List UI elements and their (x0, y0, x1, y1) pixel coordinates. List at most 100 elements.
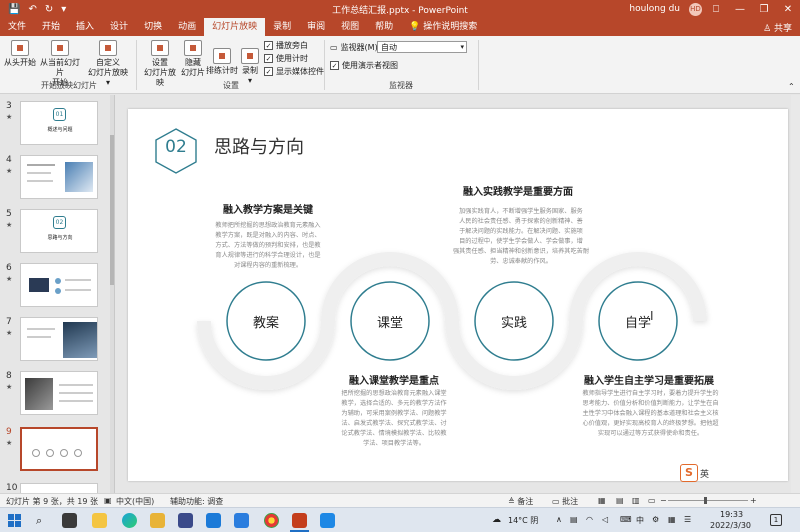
thumbnail-slide-9[interactable] (20, 427, 98, 471)
tray-icon[interactable]: ☰ (684, 515, 691, 524)
powerpoint-icon[interactable] (292, 513, 307, 528)
quick-access-toolbar: 💾 ↶ ↻ ▾ (0, 4, 66, 15)
animation-star-icon: ★ (6, 167, 13, 175)
weather-icon[interactable]: ☁ (492, 515, 501, 525)
app-icon[interactable] (234, 513, 249, 528)
tab-design[interactable]: 设计 (102, 18, 136, 36)
taskbar: ⌕ ☁ 14°C 阴 ∧ ▤ ◠ ◁ ⌨ 中 ⚙ ▦ ☰ 19:33 2022/… (0, 507, 800, 532)
undo-icon[interactable]: ↶ (28, 4, 36, 15)
monitor-select[interactable]: 自动 ▾ (377, 41, 467, 53)
zoom-slider[interactable] (668, 500, 748, 501)
tab-record[interactable]: 录制 (265, 18, 299, 36)
clock-date[interactable]: 2022/3/30 (710, 521, 751, 530)
thumbnail-slide-10[interactable] (20, 483, 98, 493)
tell-me-search[interactable]: 💡 操作说明搜索 (401, 18, 485, 36)
chrome-icon[interactable] (264, 513, 279, 528)
monitor-icon: ▭ (330, 43, 338, 52)
mail-icon[interactable] (206, 513, 221, 528)
ribbon-display-icon[interactable]: ⎕ (704, 4, 728, 15)
thumbnail-slide-3[interactable]: 01 概述与问题 (20, 101, 98, 145)
scrollbar-thumb[interactable] (110, 135, 114, 285)
language-indicator[interactable]: 中文(中国) (116, 496, 154, 507)
use-timings-checkbox[interactable]: ✓ 使用计时 (264, 53, 308, 64)
collapse-ribbon-icon[interactable]: ⌃ (788, 82, 795, 91)
volume-icon[interactable]: ◁ (602, 515, 608, 524)
restore-button[interactable]: ❐ (752, 4, 776, 15)
animation-star-icon: ★ (6, 113, 13, 121)
share-button[interactable]: ♙ 共享 (763, 21, 792, 34)
minimize-button[interactable]: — (728, 4, 752, 15)
hide-slide-button[interactable]: 隐藏 幻灯片 (180, 40, 206, 78)
from-beginning-button[interactable]: 从头开始 (4, 40, 36, 68)
windows-start-icon[interactable] (8, 514, 21, 527)
animation-star-icon: ★ (6, 275, 13, 283)
tab-file[interactable]: 文件 (0, 18, 34, 36)
keyboard-icon[interactable]: ▦ (668, 515, 676, 524)
thumbnails-scrollbar[interactable] (110, 95, 114, 493)
tab-view[interactable]: 视图 (333, 18, 367, 36)
notification-badge[interactable]: 1 (770, 514, 782, 526)
store-icon[interactable] (178, 513, 193, 528)
thumbnail-slide-7[interactable] (20, 317, 98, 361)
weather-text[interactable]: 14°C 阴 (508, 515, 538, 526)
search-icon[interactable]: ⌕ (36, 514, 42, 528)
record-icon (241, 48, 259, 64)
tab-animations[interactable]: 动画 (170, 18, 204, 36)
network-icon[interactable]: ▤ (570, 515, 578, 524)
chevron-down-icon: ▾ (460, 43, 464, 51)
app-icon[interactable] (320, 513, 335, 528)
zoom-in-button[interactable]: + (750, 496, 757, 505)
slideshow-view-icon[interactable]: ▭ (648, 496, 656, 505)
edge-browser-icon[interactable] (122, 513, 137, 528)
accessibility-checker[interactable]: 辅助功能: 调查 (170, 496, 223, 507)
tab-transitions[interactable]: 切换 (136, 18, 170, 36)
ime-logo-icon[interactable]: S (680, 464, 698, 482)
tab-slideshow[interactable]: 幻灯片放映 (204, 18, 266, 36)
play-narrations-checkbox[interactable]: ✓ 播放旁白 (264, 40, 308, 51)
thumbnail-slide-6[interactable] (20, 263, 98, 307)
document-title: 工作总结汇报.pptx - PowerPoint (332, 5, 468, 16)
redo-icon[interactable]: ↻ (45, 4, 53, 15)
show-media-controls-checkbox[interactable]: ✓ 显示媒体控件 (264, 66, 324, 77)
notes-button[interactable]: ≜ 备注 (508, 496, 533, 507)
widgets-icon[interactable] (92, 513, 107, 528)
task-view-icon[interactable] (62, 513, 77, 528)
ime-settings-icon[interactable]: ⚙ (652, 515, 659, 524)
thumbnail-slide-4[interactable] (20, 155, 98, 199)
thumb-dot (32, 449, 40, 457)
ime-mode[interactable]: 英 (700, 467, 709, 480)
avatar[interactable]: HD (689, 2, 702, 16)
group-separator (478, 40, 479, 90)
slide[interactable]: 02 思路与方向 教案 课堂 实践 自学 I 融入教学方案是关键 教师把所挖掘的… (128, 109, 788, 481)
zoom-out-button[interactable]: − (660, 496, 667, 505)
wifi-icon[interactable]: ◠ (586, 515, 593, 524)
comments-button[interactable]: ▭ 批注 (552, 496, 578, 507)
clock-time[interactable]: 19:33 (720, 510, 743, 519)
save-icon[interactable]: 💾 (8, 4, 20, 15)
thumb-line (59, 384, 93, 386)
close-button[interactable]: ✕ (776, 4, 800, 15)
tab-home[interactable]: 开始 (34, 18, 68, 36)
zoom-slider-thumb[interactable] (704, 497, 707, 504)
file-explorer-icon[interactable] (150, 513, 165, 528)
thumbnail-slide-5[interactable]: 02 思路与方向 (20, 209, 98, 253)
canvas-scrollbar[interactable] (791, 95, 800, 493)
slide-sorter-icon[interactable]: ▤ (616, 496, 624, 505)
tab-review[interactable]: 审阅 (299, 18, 333, 36)
group-label-setup: 设置 (223, 81, 239, 90)
presenter-view-checkbox[interactable]: ✓ 使用演示者视图 (330, 60, 398, 71)
rehearse-timings-button[interactable]: 排练计时 (206, 48, 238, 76)
normal-view-icon[interactable]: ▦ (598, 496, 606, 505)
ribbon-tabs: 文件 开始 插入 设计 切换 动画 幻灯片放映 录制 审阅 视图 帮助 💡 操作… (0, 18, 800, 36)
language-icon[interactable]: ⌨ (620, 515, 632, 524)
ime-indicator[interactable]: 中 (636, 515, 644, 526)
customize-toolbar-icon[interactable]: ▾ (61, 4, 66, 15)
tab-help[interactable]: 帮助 (367, 18, 401, 36)
thumbnail-slide-8[interactable] (20, 371, 98, 415)
tray-overflow-icon[interactable]: ∧ (556, 515, 562, 524)
tab-insert[interactable]: 插入 (68, 18, 102, 36)
user-name[interactable]: houlong du (629, 4, 680, 14)
group-separator (136, 40, 137, 90)
reading-view-icon[interactable]: ▥ (632, 496, 640, 505)
proofing-icon[interactable]: ▣ (104, 496, 112, 505)
